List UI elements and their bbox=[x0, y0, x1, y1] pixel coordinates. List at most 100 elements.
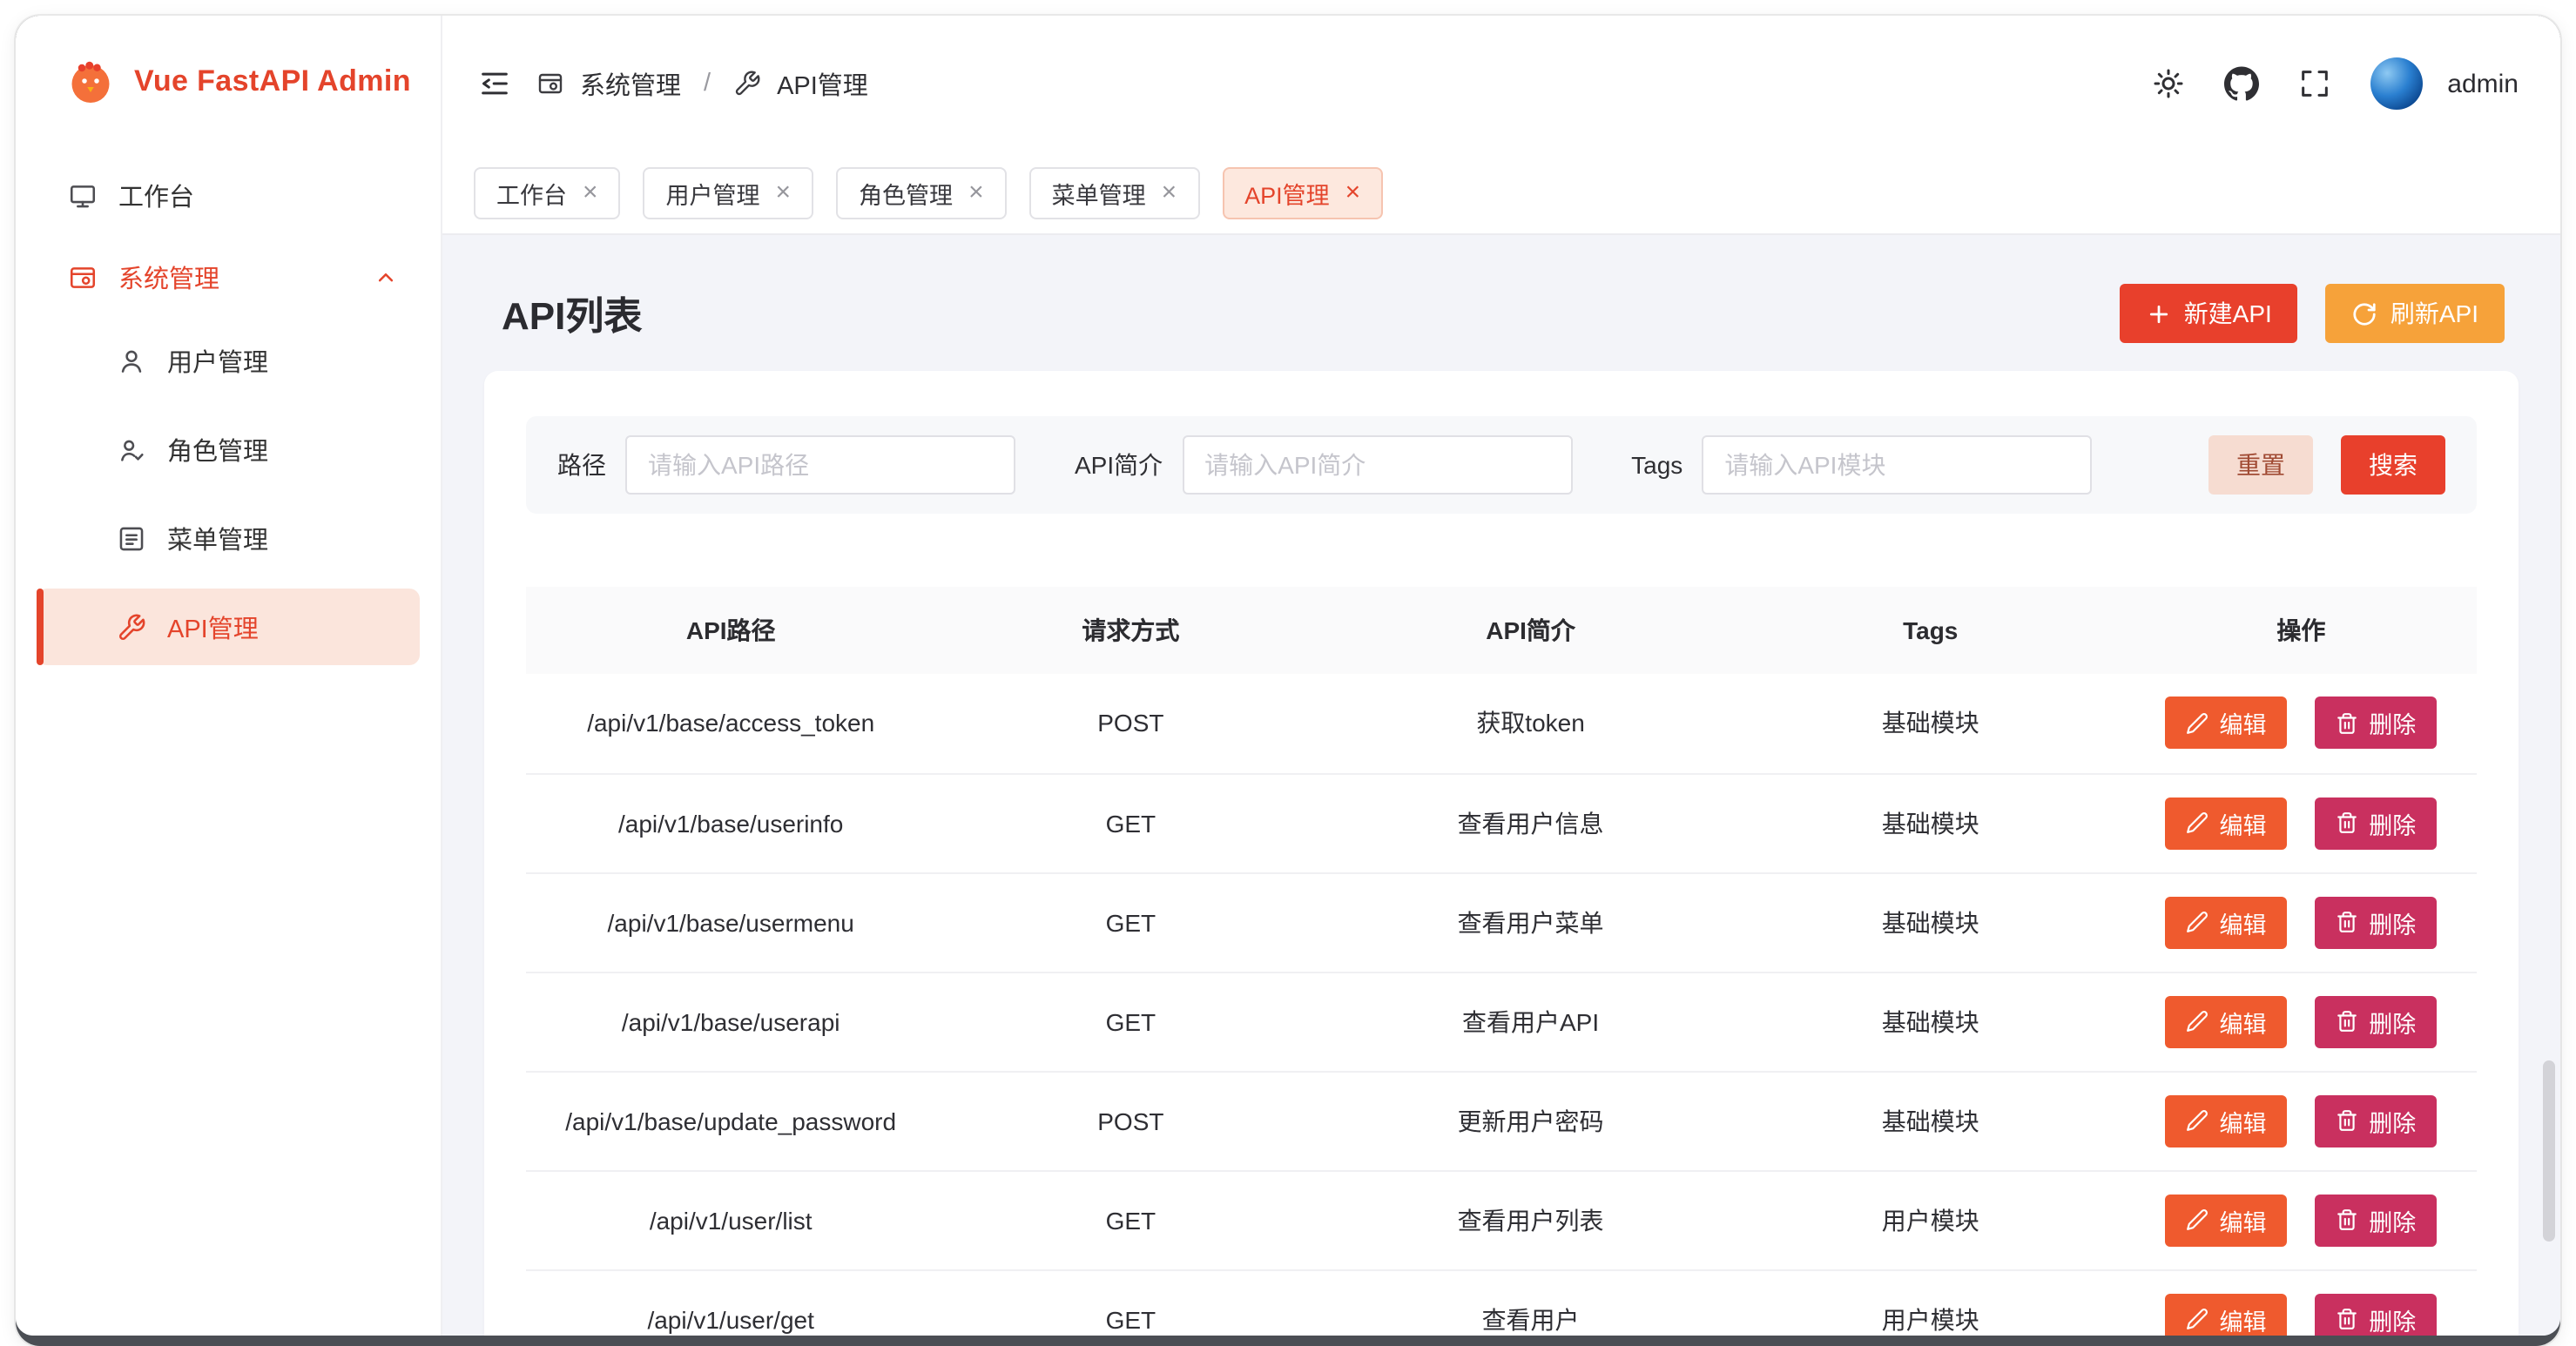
topbar: 系统管理 / API管理 admin bbox=[442, 16, 2560, 151]
cell-tags: 基础模块 bbox=[1736, 773, 2126, 872]
delete-button[interactable]: 删除 bbox=[2315, 995, 2437, 1047]
cell-summary: 查看用户信息 bbox=[1325, 773, 1735, 872]
delete-button[interactable]: 删除 bbox=[2315, 896, 2437, 948]
reset-button[interactable]: 重置 bbox=[2208, 435, 2313, 495]
table-row: /api/v1/user/get GET 查看用户 用户模块 编辑 删除 bbox=[526, 1269, 2477, 1336]
edit-button[interactable]: 编辑 bbox=[2165, 896, 2287, 948]
sidebar-item-role-management[interactable]: 角色管理 bbox=[37, 411, 420, 488]
delete-button[interactable]: 删除 bbox=[2315, 1094, 2437, 1147]
cell-actions: 编辑 删除 bbox=[2126, 1170, 2477, 1269]
summary-input[interactable] bbox=[1182, 435, 1572, 495]
tab-api-management[interactable]: API管理 × bbox=[1222, 166, 1383, 219]
tab-menu-management[interactable]: 菜单管理 × bbox=[1029, 166, 1200, 219]
tab-label: 菜单管理 bbox=[1052, 175, 1146, 210]
cell-tags: 基础模块 bbox=[1736, 674, 2126, 773]
user-icon bbox=[117, 346, 146, 375]
breadcrumb-item[interactable]: API管理 bbox=[777, 65, 868, 102]
delete-button[interactable]: 删除 bbox=[2315, 1194, 2437, 1246]
new-api-button[interactable]: 新建API bbox=[2120, 284, 2298, 343]
tab-close-icon[interactable]: × bbox=[1345, 179, 1361, 205]
cell-method: GET bbox=[935, 1269, 1325, 1336]
page-content: API列表 新建API 刷新API bbox=[442, 235, 2560, 1336]
search-button[interactable]: 搜索 bbox=[2341, 435, 2445, 495]
cell-path: /api/v1/user/get bbox=[526, 1269, 935, 1336]
table-row: /api/v1/base/access_token POST 获取token 基… bbox=[526, 674, 2477, 773]
pencil-icon bbox=[2186, 712, 2208, 735]
tags-input[interactable] bbox=[1702, 435, 2092, 495]
cell-actions: 编辑 删除 bbox=[2126, 872, 2477, 972]
app-logo: Vue FastAPI Admin bbox=[16, 16, 441, 148]
api-table: API路径 请求方式 API简介 Tags 操作 /api/v1/base/ac… bbox=[526, 587, 2477, 1336]
tab-workbench[interactable]: 工作台 × bbox=[474, 166, 621, 219]
github-icon[interactable] bbox=[2224, 66, 2259, 101]
edit-button[interactable]: 编辑 bbox=[2165, 1293, 2287, 1336]
edit-button[interactable]: 编辑 bbox=[2165, 1094, 2287, 1147]
app-title: Vue FastAPI Admin bbox=[134, 64, 411, 99]
username[interactable]: admin bbox=[2447, 69, 2519, 98]
tab-label: API管理 bbox=[1244, 175, 1330, 210]
sidebar-item-label: 系统管理 bbox=[118, 259, 219, 295]
edit-button[interactable]: 编辑 bbox=[2165, 797, 2287, 849]
tags-label: Tags bbox=[1631, 451, 1682, 479]
tab-close-icon[interactable]: × bbox=[583, 179, 598, 205]
page-actions: 新建API 刷新API bbox=[2120, 284, 2505, 343]
cell-actions: 编辑 删除 bbox=[2126, 674, 2477, 773]
theme-toggle-icon[interactable] bbox=[2151, 66, 2186, 101]
delete-button[interactable]: 删除 bbox=[2315, 1293, 2437, 1336]
trash-icon bbox=[2336, 811, 2358, 834]
cell-method: GET bbox=[935, 1170, 1325, 1269]
wrench-icon bbox=[733, 70, 761, 98]
sidebar-item-api-management[interactable]: API管理 bbox=[37, 589, 420, 665]
pencil-icon bbox=[2186, 1308, 2208, 1330]
tab-role-management[interactable]: 角色管理 × bbox=[836, 166, 1007, 219]
trash-icon bbox=[2336, 712, 2358, 735]
table-row: /api/v1/user/list GET 查看用户列表 用户模块 编辑 删除 bbox=[526, 1170, 2477, 1269]
sidebar-item-label: 菜单管理 bbox=[167, 520, 268, 556]
path-input[interactable] bbox=[625, 435, 1015, 495]
main-area: 系统管理 / API管理 admin 工作台 bbox=[442, 16, 2560, 1336]
pencil-icon bbox=[2186, 911, 2208, 933]
sidebar-item-system-management[interactable]: 系统管理 bbox=[37, 240, 420, 313]
cell-method: GET bbox=[935, 872, 1325, 972]
tab-close-icon[interactable]: × bbox=[776, 179, 792, 205]
table-row: /api/v1/base/update_password POST 更新用户密码… bbox=[526, 1071, 2477, 1170]
cell-path: /api/v1/base/update_password bbox=[526, 1071, 935, 1170]
avatar[interactable] bbox=[2370, 57, 2423, 110]
refresh-api-button[interactable]: 刷新API bbox=[2326, 284, 2505, 343]
cell-summary: 查看用户菜单 bbox=[1325, 872, 1735, 972]
tab-label: 角色管理 bbox=[859, 175, 953, 210]
trash-icon bbox=[2336, 1308, 2358, 1330]
system-icon bbox=[536, 70, 564, 98]
tab-user-management[interactable]: 用户管理 × bbox=[644, 166, 814, 219]
table-row: /api/v1/base/usermenu GET 查看用户菜单 基础模块 编辑… bbox=[526, 872, 2477, 972]
plus-icon bbox=[2146, 300, 2172, 326]
trash-icon bbox=[2336, 1109, 2358, 1132]
tab-close-icon[interactable]: × bbox=[1162, 179, 1177, 205]
delete-button[interactable]: 删除 bbox=[2315, 697, 2437, 750]
fullscreen-icon[interactable] bbox=[2297, 66, 2332, 101]
edit-button[interactable]: 编辑 bbox=[2165, 697, 2287, 750]
breadcrumb-item[interactable]: 系统管理 bbox=[580, 65, 681, 102]
column-header-actions: 操作 bbox=[2126, 587, 2477, 674]
sidebar-item-menu-management[interactable]: 菜单管理 bbox=[37, 500, 420, 576]
edit-button[interactable]: 编辑 bbox=[2165, 995, 2287, 1047]
cell-summary: 获取token bbox=[1325, 674, 1735, 773]
scrollbar-thumb[interactable] bbox=[2543, 1060, 2555, 1242]
column-header-summary: API简介 bbox=[1325, 587, 1735, 674]
filter-summary: API简介 bbox=[1075, 435, 1572, 495]
chevron-up-icon bbox=[373, 264, 399, 290]
sidebar: Vue FastAPI Admin 工作台 系统管理 bbox=[16, 16, 442, 1336]
sidebar-collapse-icon[interactable] bbox=[477, 66, 512, 101]
sidebar-item-workbench[interactable]: 工作台 bbox=[37, 158, 420, 232]
chick-logo-icon bbox=[64, 56, 117, 108]
delete-button[interactable]: 删除 bbox=[2315, 797, 2437, 849]
tab-close-icon[interactable]: × bbox=[968, 179, 984, 205]
cell-tags: 基础模块 bbox=[1736, 1071, 2126, 1170]
app-frame: Vue FastAPI Admin 工作台 系统管理 bbox=[16, 16, 2560, 1336]
edit-button[interactable]: 编辑 bbox=[2165, 1194, 2287, 1246]
cell-tags: 基础模块 bbox=[1736, 872, 2126, 972]
sidebar-item-user-management[interactable]: 用户管理 bbox=[37, 322, 420, 399]
cell-path: /api/v1/base/usermenu bbox=[526, 872, 935, 972]
cell-summary: 查看用户API bbox=[1325, 972, 1735, 1071]
cell-actions: 编辑 删除 bbox=[2126, 1071, 2477, 1170]
